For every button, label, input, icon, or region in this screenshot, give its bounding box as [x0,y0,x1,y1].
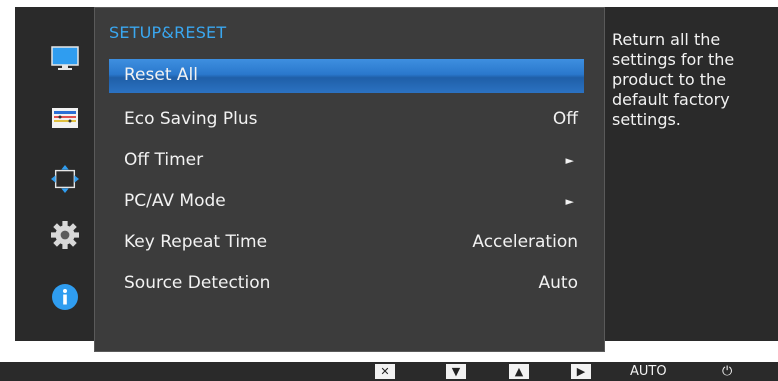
button-guide-bar: ✕ ▼ ▲ ▶ AUTO ⏻ [0,362,778,381]
category-rail [15,7,95,341]
menu-item-value: Acceleration [472,232,578,252]
close-button[interactable]: ✕ [375,364,395,379]
panel-title: SETUP&RESET [109,23,227,42]
monitor-icon[interactable] [51,45,79,73]
down-button[interactable]: ▼ [446,364,466,379]
color-bars-icon[interactable] [51,104,79,132]
screen-size-icon[interactable] [51,165,79,193]
menu-item-key-repeat-time[interactable]: Key Repeat Time Acceleration [109,223,584,264]
enter-button[interactable]: ▶ [571,364,591,379]
chevron-right-icon: ► [565,195,574,208]
menu-item-value: Auto [538,273,578,293]
menu-item-eco-saving-plus[interactable]: Eco Saving Plus Off [109,100,584,141]
menu-item-label: Off Timer [124,150,204,170]
menu-item-off-timer[interactable]: Off Timer ► [109,141,584,182]
menu-item-source-detection[interactable]: Source Detection Auto [109,264,584,305]
up-button[interactable]: ▲ [509,364,529,379]
menu-item-reset-all[interactable]: Reset All [109,59,584,93]
menu-item-label: Eco Saving Plus [124,109,258,129]
power-button[interactable]: ⏻ [722,364,732,379]
help-text: Return all the settings for the product … [612,30,735,129]
menu-list: Reset All Eco Saving Plus Off Off Timer … [109,59,584,305]
menu-item-label: Key Repeat Time [124,232,268,252]
auto-button[interactable]: AUTO [630,364,667,379]
info-icon[interactable] [51,283,79,311]
menu-item-label: Source Detection [124,273,271,293]
gear-icon[interactable] [51,221,79,249]
menu-item-value: Off [552,109,578,129]
chevron-right-icon: ► [565,154,574,167]
menu-item-label: Reset All [124,65,198,85]
menu-item-pc-av-mode[interactable]: PC/AV Mode ► [109,182,584,223]
help-panel: Return all the settings for the product … [605,7,778,341]
setup-reset-panel: SETUP&RESET Reset All Eco Saving Plus Of… [94,7,605,352]
menu-item-label: PC/AV Mode [124,191,226,211]
